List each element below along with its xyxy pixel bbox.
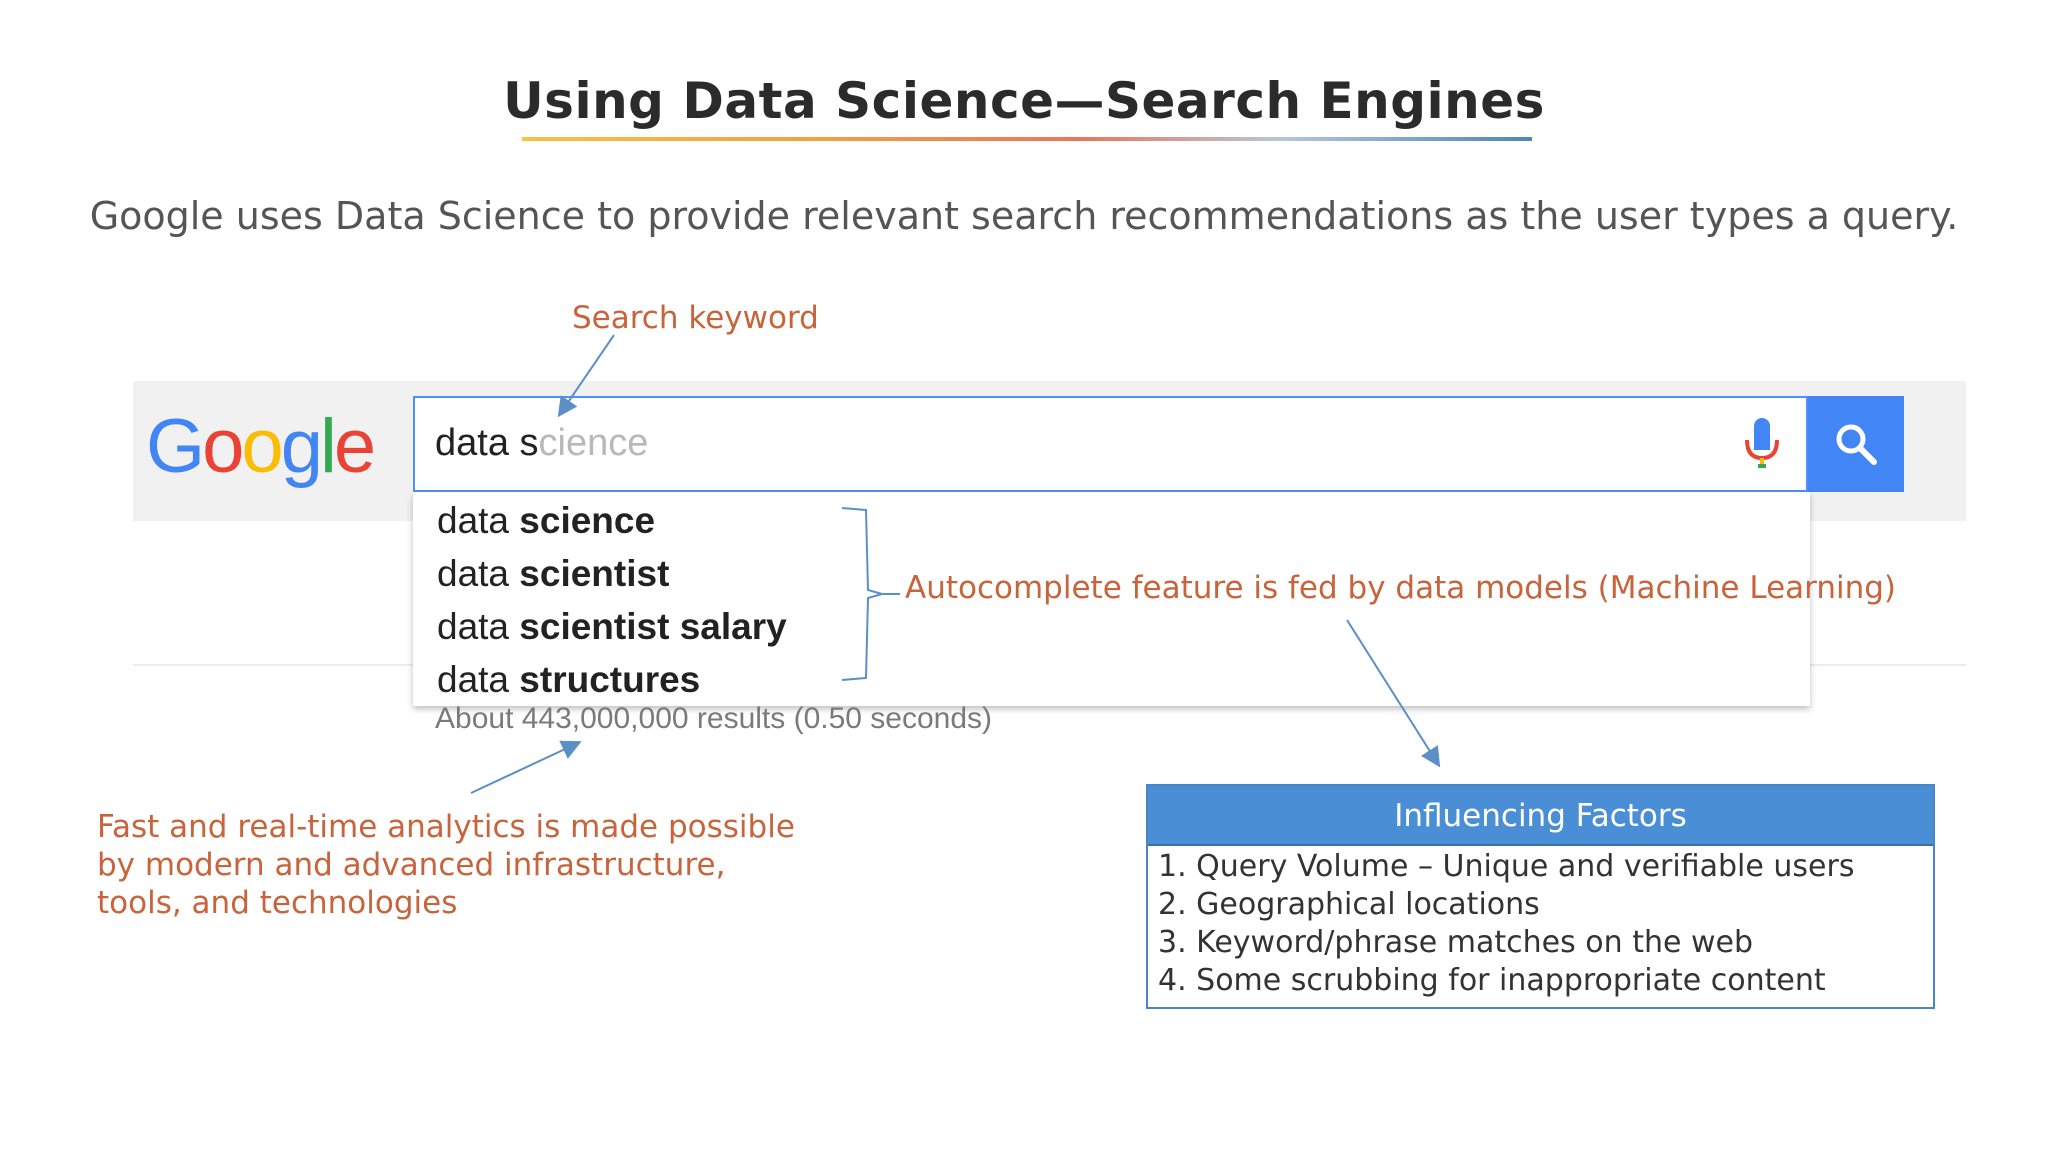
suggestion-item[interactable]: data structures [437, 655, 700, 705]
slide-title: Using Data Science—Search Engines [503, 72, 1545, 130]
annotation-search-keyword: Search keyword [572, 300, 819, 336]
factor-item: 4. Some scrubbing for inappropriate cont… [1158, 963, 1826, 998]
annotation-autocomplete: Autocomplete feature is fed by data mode… [905, 570, 1897, 606]
search-query[interactable]: data science [435, 418, 648, 468]
suggestion-rest: scientist salary [519, 606, 787, 647]
arrow-fast-analytics [470, 740, 582, 794]
search-icon [1836, 424, 1877, 465]
factor-item: 2. Geographical locations [1158, 887, 1540, 922]
google-logo[interactable]: Google [146, 402, 376, 492]
influencing-factors-box: Influencing Factors 1. Query Volume – Un… [1146, 784, 1935, 1009]
suggestion-item[interactable]: data scientist salary [437, 602, 787, 652]
factor-item: 1. Query Volume – Unique and verifiable … [1158, 849, 1855, 884]
title-underline [522, 137, 1532, 141]
annotation-line: Fast and real-time analytics is made pos… [97, 809, 795, 845]
influencing-factors-header: Influencing Factors [1148, 786, 1933, 846]
suggestion-item[interactable]: data scientist [437, 549, 669, 599]
influencing-factors-list: 1. Query Volume – Unique and verifiable … [1158, 848, 1854, 1000]
factor-item: 3. Keyword/phrase matches on the web [1158, 925, 1754, 960]
suggestion-rest: structures [519, 659, 701, 700]
slide-subtitle: Google uses Data Science to provide rele… [89, 194, 1959, 238]
suggestion-item[interactable]: data science [437, 496, 655, 546]
query-typed: data s [435, 422, 539, 464]
suggestion-typed: data [437, 500, 520, 541]
suggestion-typed: data [437, 606, 520, 647]
suggestion-rest: science [519, 500, 656, 541]
search-button[interactable] [1808, 396, 1904, 492]
microphone-icon[interactable] [1740, 416, 1784, 476]
suggestion-typed: data [437, 553, 520, 594]
results-stats: About 443,000,000 results (0.50 seconds) [435, 702, 993, 735]
annotation-line: by modern and advanced infrastructure, [97, 847, 726, 883]
query-autocomplete-hint: cience [538, 422, 649, 464]
suggestion-typed: data [437, 659, 520, 700]
suggestion-rest: scientist [519, 553, 670, 594]
annotation-line: tools, and technologies [97, 885, 458, 921]
annotation-fast-analytics: Fast and real-time analytics is made pos… [97, 808, 795, 922]
